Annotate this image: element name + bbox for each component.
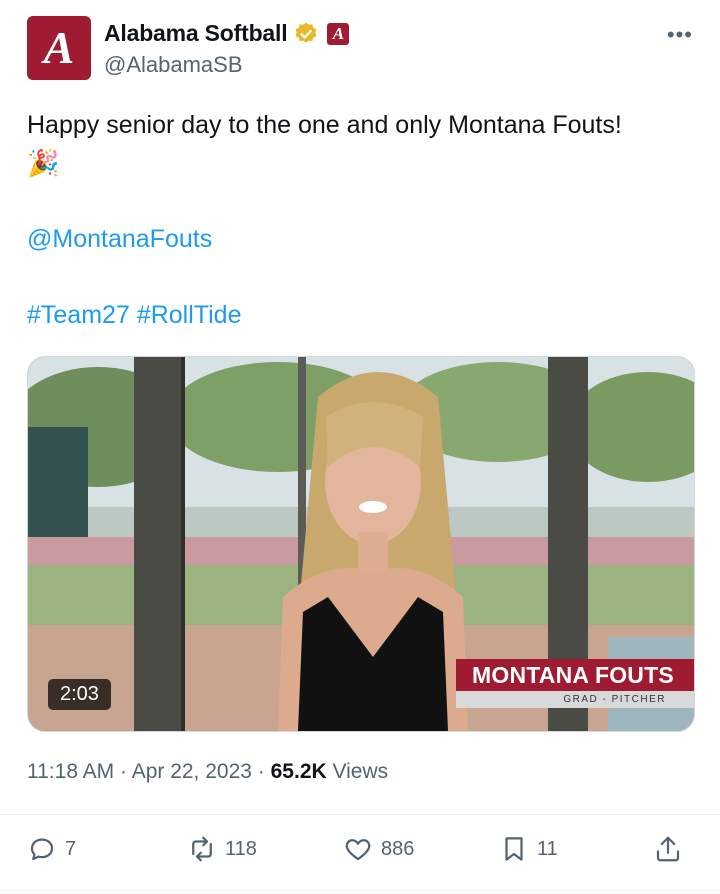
lower-third-caption: MONTANA FOUTS GRAD - PITCHER (456, 659, 694, 708)
bookmark-button[interactable]: 11 (499, 834, 558, 864)
separator: · (251, 760, 271, 783)
tweet-text: Happy senior day to the one and only Mon… (27, 106, 697, 334)
like-button[interactable]: 886 (343, 834, 414, 864)
post-time[interactable]: 11:18 AM (27, 760, 114, 783)
video-duration: 2:03 (48, 679, 111, 710)
display-name[interactable]: Alabama Softball (104, 20, 288, 47)
verified-badge-icon (296, 22, 317, 43)
tweet-metadata: 11:18 AM · Apr 22, 2023 · 65.2K Views (27, 760, 388, 784)
repost-count: 118 (225, 837, 257, 860)
repost-button[interactable]: 118 (187, 834, 257, 864)
share-button[interactable] (653, 834, 683, 864)
tweet-line: Happy senior day to the one and only Mon… (27, 111, 622, 139)
hashtag-link[interactable]: #RollTide (137, 301, 242, 329)
reply-count: 7 (65, 837, 77, 860)
hashtag-link[interactable]: #Team27 (27, 301, 130, 329)
name-row: Alabama Softball A (104, 20, 350, 47)
separator: · (114, 760, 132, 783)
repost-icon (192, 836, 212, 862)
affiliate-badge-icon[interactable]: A (327, 22, 350, 45)
video-player[interactable]: 2:03 MONTANA FOUTS GRAD - PITCHER (27, 356, 695, 732)
post-date[interactable]: Apr 22, 2023 (132, 760, 252, 783)
more-options-icon[interactable]: ••• (667, 24, 693, 46)
party-popper-emoji: 🎉 (27, 148, 60, 178)
bookmark-count: 11 (537, 837, 558, 860)
lower-third-subtitle: GRAD - PITCHER (456, 691, 694, 708)
tweet-header: A Alabama Softball A @AlabamaSB ••• (27, 16, 693, 80)
heart-icon (345, 839, 371, 861)
avatar[interactable]: A (27, 16, 91, 80)
avatar-logo: A (43, 22, 75, 73)
lower-third-name: MONTANA FOUTS (456, 659, 694, 691)
divider (0, 890, 720, 891)
bookmark-icon (505, 837, 523, 861)
views-count: 65.2K (270, 760, 327, 783)
views-label: Views (326, 760, 389, 783)
affiliate-logo: A (332, 24, 345, 43)
user-handle[interactable]: @AlabamaSB (104, 52, 243, 78)
reply-button[interactable]: 7 (27, 834, 76, 864)
action-bar: 7 118 886 11 (27, 834, 693, 874)
like-count: 886 (381, 837, 415, 860)
reply-icon (30, 838, 54, 861)
mention-link[interactable]: @MontanaFouts (27, 220, 697, 258)
share-icon (656, 836, 680, 862)
divider (0, 814, 720, 815)
